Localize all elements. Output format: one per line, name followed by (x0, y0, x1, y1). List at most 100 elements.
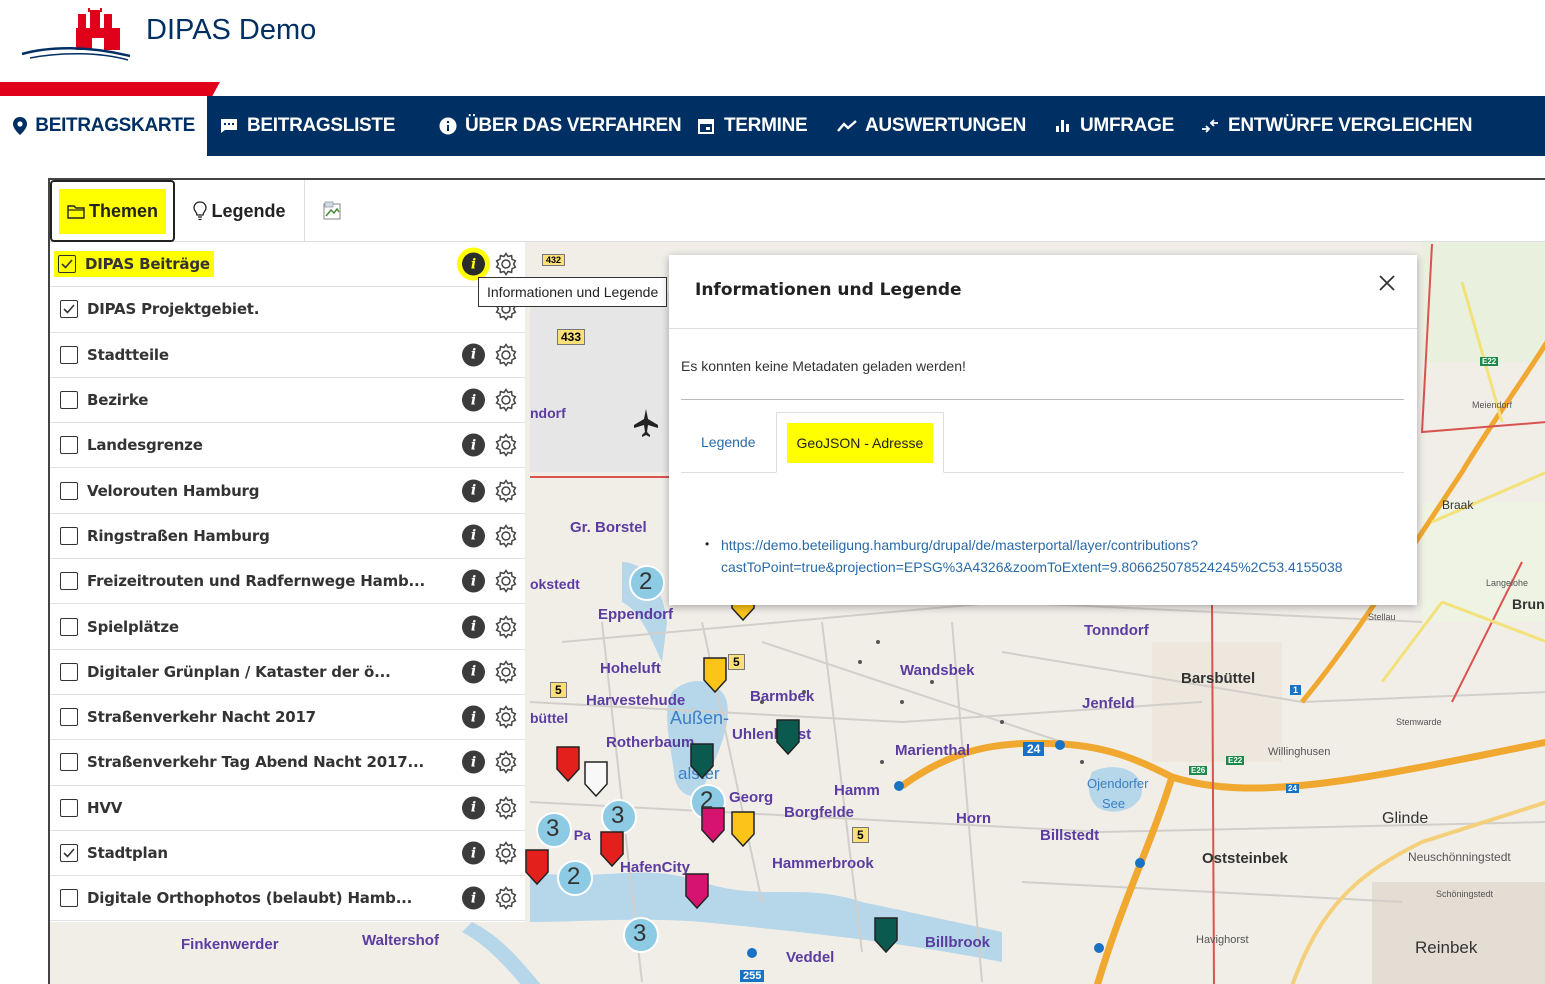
nav-beitragsliste[interactable]: BEITRAGSLISTE (207, 96, 427, 156)
gear-icon[interactable] (493, 251, 519, 277)
gear-icon[interactable] (493, 478, 519, 504)
info-icon[interactable]: i (462, 343, 485, 367)
checkbox-unchecked[interactable] (60, 526, 78, 545)
cluster-marker[interactable] (601, 799, 637, 835)
cluster-marker[interactable] (557, 860, 593, 896)
gear-icon[interactable] (493, 795, 519, 821)
info-icon[interactable]: i (462, 433, 485, 457)
app-title[interactable]: DIPAS Demo (146, 14, 316, 47)
nav-auswertungen[interactable]: AUSWERTUNGEN (825, 96, 1040, 156)
marker-pin-pink[interactable] (685, 873, 709, 910)
checkbox-unchecked[interactable] (60, 572, 78, 591)
info-icon[interactable]: i (462, 569, 485, 593)
gear-icon[interactable] (493, 342, 519, 368)
nav-termine[interactable]: TERMINE (684, 96, 825, 156)
layer-row[interactable]: Stadtteile i (50, 333, 525, 378)
nav-label: BEITRAGSLISTE (247, 115, 396, 136)
layer-row[interactable]: Freizeitrouten und Radfernwege Hamb... i (50, 559, 525, 605)
geojson-link-line1[interactable]: https://demo.beteiligung.hamburg/drupal/… (721, 534, 1433, 556)
marker-pin-red[interactable] (600, 831, 624, 868)
checkbox-checked[interactable] (58, 255, 76, 274)
layer-row[interactable]: DIPAS Projektgebiet. (50, 287, 525, 333)
hamburg-logo-icon[interactable] (20, 6, 132, 62)
info-icon[interactable]: i (462, 841, 485, 865)
checkbox-checked[interactable] (60, 300, 78, 319)
geojson-link-line2[interactable]: castToPoint=true&projection=EPSG%3A4326&… (721, 556, 1433, 578)
info-icon[interactable]: i (462, 660, 485, 684)
layer-row[interactable]: Velorouten Hamburg i (50, 468, 525, 514)
layer-row[interactable]: Straßenverkehr Nacht 2017 i (50, 695, 525, 741)
broken-image-icon[interactable] (305, 180, 361, 241)
layer-row[interactable]: Landesgrenze i (50, 423, 525, 469)
marker-pin-green[interactable] (874, 917, 898, 954)
gear-icon[interactable] (493, 432, 519, 458)
tab-legende[interactable]: Legende (681, 412, 776, 472)
gear-icon[interactable] (493, 749, 519, 775)
layer-row[interactable]: Bezirke i (50, 378, 525, 424)
layer-label: Stadtplan (87, 844, 168, 862)
themen-button[interactable]: Themen (50, 180, 175, 242)
geojson-link[interactable]: https://demo.beteiligung.hamburg/drupal/… (721, 534, 1433, 578)
checkbox-unchecked[interactable] (60, 708, 78, 727)
info-icon[interactable]: i (462, 524, 485, 548)
checkbox-unchecked[interactable] (60, 662, 78, 681)
gear-icon[interactable] (493, 659, 519, 685)
checkbox-unchecked[interactable] (60, 345, 78, 364)
layer-row-content: Spielplätze (60, 617, 179, 636)
checkbox-unchecked[interactable] (60, 753, 78, 772)
gear-icon[interactable] (493, 614, 519, 640)
info-legend-modal: Informationen und Legende Es konnten kei… (669, 255, 1417, 605)
layer-row[interactable]: Ringstraßen Hamburg i (50, 514, 525, 560)
info-icon[interactable]: i (462, 750, 485, 774)
nav-label: TERMINE (724, 115, 808, 136)
gear-icon[interactable] (493, 704, 519, 730)
layer-row[interactable]: HVV i (50, 786, 525, 831)
layer-row[interactable]: Digitaler Grünplan / Kataster der ö... i (50, 650, 525, 695)
nav-ueber-das-verfahren[interactable]: ÜBER DAS VERFAHREN (427, 96, 684, 156)
gear-icon[interactable] (493, 885, 519, 911)
cluster-marker[interactable] (536, 812, 572, 848)
gear-icon[interactable] (493, 568, 519, 594)
checkbox-unchecked[interactable] (60, 889, 78, 908)
marker-pin-yellow[interactable] (731, 811, 755, 848)
checkbox-unchecked[interactable] (60, 436, 78, 455)
gear-icon[interactable] (493, 387, 519, 413)
info-icon[interactable]: i (462, 252, 485, 276)
checkbox-unchecked[interactable] (60, 617, 78, 636)
marker-pin-pink[interactable] (701, 807, 725, 844)
checkbox-checked[interactable] (60, 844, 78, 862)
nav-label: AUSWERTUNGEN (865, 115, 1027, 136)
layer-row[interactable]: Straßenverkehr Tag Abend Nacht 2017... i (50, 740, 525, 786)
info-icon[interactable]: i (462, 796, 485, 820)
close-icon[interactable] (1375, 271, 1399, 295)
gear-icon[interactable] (493, 523, 519, 549)
marker-pin-white[interactable] (584, 761, 608, 798)
marker-pin-red[interactable] (556, 746, 580, 783)
layer-label: HVV (87, 798, 123, 817)
layer-row[interactable]: DIPAS Beiträge i (50, 242, 525, 288)
layer-row[interactable]: Stadtplan i (50, 831, 525, 877)
nav-umfrage[interactable]: UMFRAGE (1040, 96, 1188, 156)
marker-pin-yellow[interactable] (703, 657, 727, 694)
info-icon[interactable]: i (462, 615, 485, 639)
gear-icon[interactable] (493, 840, 519, 866)
tab-geojson-adresse[interactable]: GeoJSON - Adresse (775, 412, 945, 473)
nav-entwuerfe-vergleichen[interactable]: ENTWÜRFE VERGLEICHEN (1188, 96, 1484, 156)
layer-row[interactable]: Digitale Orthophotos (belaubt) Hamb... i (50, 876, 525, 922)
info-icon[interactable]: i (462, 388, 485, 412)
nav-beitragskarte[interactable]: BEITRAGSKARTE (0, 96, 207, 156)
legende-button[interactable]: Legende (175, 180, 305, 242)
layer-row[interactable]: Spielplätze i (50, 604, 525, 650)
checkbox-unchecked[interactable] (60, 481, 78, 500)
info-icon[interactable]: i (462, 886, 485, 910)
marker-pin-red[interactable] (525, 849, 549, 886)
cluster-marker[interactable] (629, 565, 665, 601)
cluster-marker[interactable] (623, 917, 659, 953)
info-icon[interactable]: i (462, 705, 485, 729)
info-icon[interactable]: i (462, 479, 485, 503)
checkbox-unchecked[interactable] (60, 391, 78, 410)
layer-row-content: Straßenverkehr Nacht 2017 (60, 708, 316, 727)
marker-pin-green[interactable] (690, 743, 714, 780)
marker-pin-green[interactable] (776, 719, 800, 756)
checkbox-unchecked[interactable] (60, 798, 78, 817)
